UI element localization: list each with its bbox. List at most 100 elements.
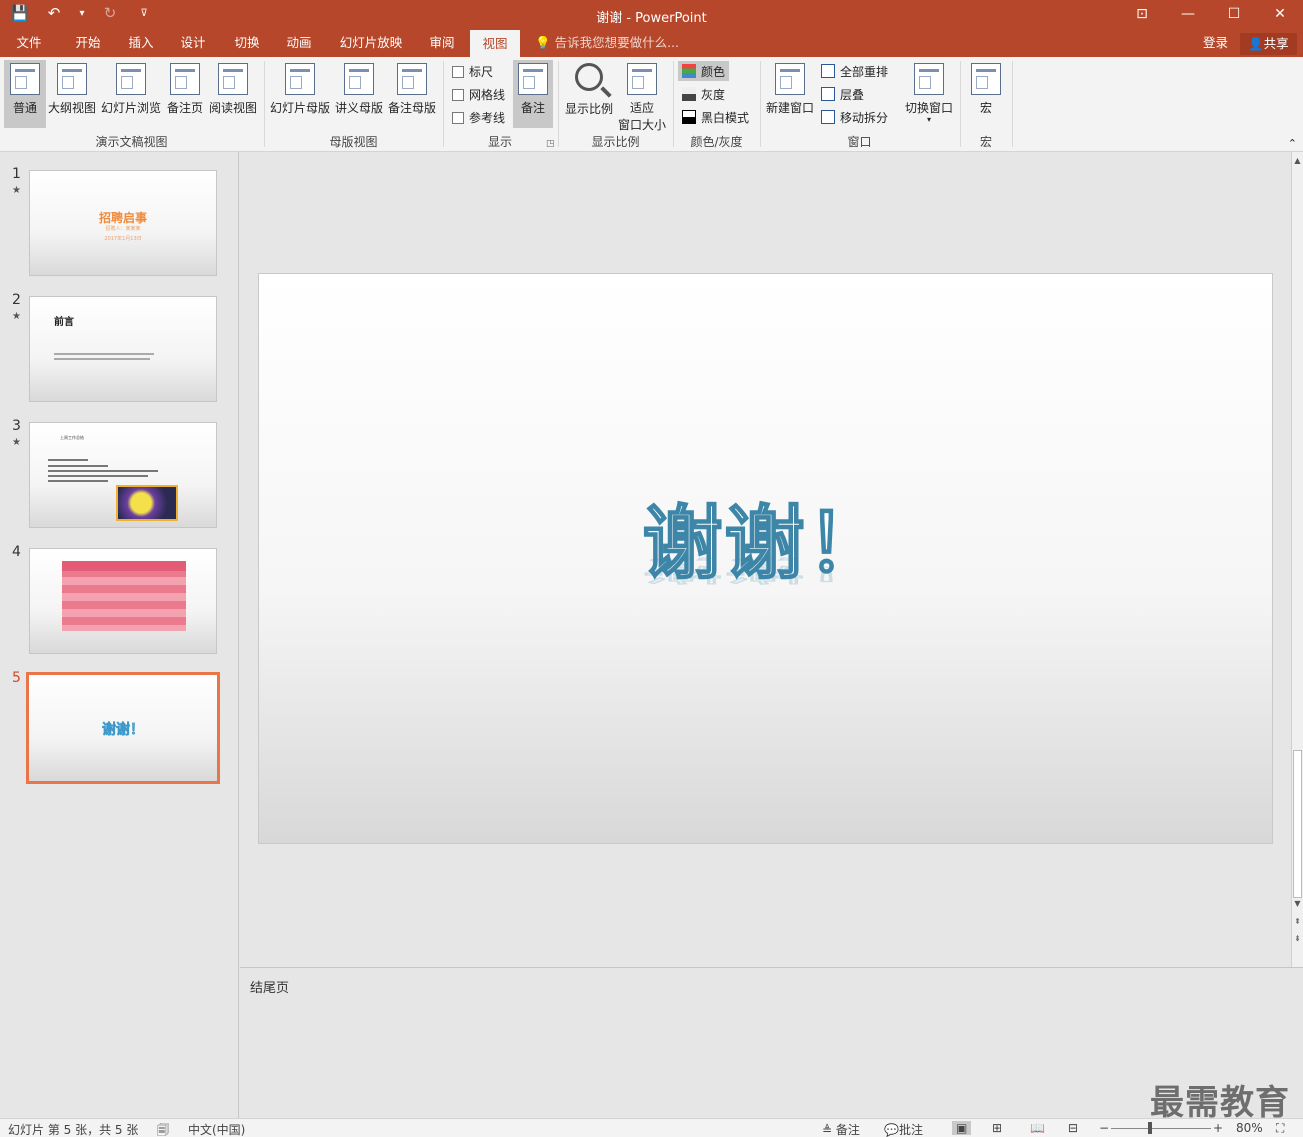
tab-animations[interactable]: 动画 (280, 30, 318, 57)
tab-home[interactable]: 开始 (68, 30, 108, 57)
macros-button[interactable]: 宏 (965, 60, 1007, 128)
zoom-out-icon[interactable]: − (1099, 1121, 1109, 1135)
notes-page-button[interactable]: 备注页 (164, 60, 206, 128)
slide-sorter-button[interactable]: 幻灯片浏览 (99, 60, 163, 128)
share-button[interactable]: 👤共享 (1240, 33, 1297, 55)
outline-view-label: 大纲视图 (47, 101, 96, 115)
checkbox-box (452, 65, 464, 78)
status-bar: 幻灯片 第 5 张，共 5 张 🗐 中文(中国) ≜ 备注 💬批注 ▣ ⊞ 📖 … (0, 1118, 1303, 1137)
grayscale-button[interactable]: 灰度 (678, 84, 729, 104)
move-split-button[interactable]: 移动拆分 (817, 107, 892, 127)
notes-master-button[interactable]: 备注母版 (386, 60, 438, 128)
slide-thumbnail-1[interactable]: 招聘启事 招聘人：某某某 2017年1月13日 (29, 170, 217, 276)
color-mode-button[interactable]: 颜色 (678, 61, 730, 81)
slide-number: 5 (12, 670, 21, 686)
cascade-button[interactable]: 层叠 (817, 84, 868, 104)
zoom-level[interactable]: 80% (1236, 1121, 1263, 1135)
zoom-slider-track[interactable] (1111, 1128, 1211, 1129)
thumb-date: 2017年1月13日 (104, 236, 142, 242)
comments-status-button[interactable]: 💬批注 (884, 1121, 923, 1137)
notes-page-icon (170, 63, 200, 95)
reading-view-status-icon[interactable]: 📖 (1030, 1121, 1045, 1135)
tab-slideshow[interactable]: 幻灯片放映 (334, 30, 408, 57)
vertical-scrollbar[interactable]: ▲ ▼ ⇞ ⇟ (1291, 152, 1303, 967)
tab-view[interactable]: 视图 (470, 30, 520, 57)
handout-master-button[interactable]: 讲义母版 (333, 60, 385, 128)
slide-thumbnail-4[interactable] (29, 548, 217, 654)
switch-window-button[interactable]: 切换窗口 ▾ (903, 60, 955, 128)
slide-thumbnail-pane: 1 ★ 招聘启事 招聘人：某某某 2017年1月13日 2 ★ 前言 3 ★ 上… (0, 152, 239, 1118)
notes-text[interactable]: 结尾页 (250, 977, 289, 996)
outline-view-button[interactable]: 大纲视图 (47, 60, 97, 128)
black-white-button[interactable]: 黑白模式 (678, 107, 753, 127)
magnifier-icon (575, 63, 603, 91)
ruler-label: 标尺 (469, 65, 494, 79)
normal-view-button[interactable]: 普通 (4, 60, 46, 128)
watermark-logo: 最需教育 (1150, 1083, 1290, 1123)
arrange-all-button[interactable]: 全部重排 (817, 61, 892, 81)
fit-slide-icon[interactable]: ⛶ (1276, 1121, 1284, 1136)
handout-master-label: 讲义母版 (334, 101, 383, 115)
animation-star-icon: ★ (12, 311, 21, 322)
slide-master-button[interactable]: 幻灯片母版 (268, 60, 332, 128)
fit-label-line2: 窗口大小 (617, 118, 666, 132)
tell-me-search[interactable]: 💡 告诉我您想要做什么... (535, 30, 679, 57)
maximize-button[interactable]: ☐ (1211, 0, 1257, 30)
notes-toggle-button[interactable]: 备注 (513, 60, 553, 128)
slide-sorter-status-icon[interactable]: ⊞ (992, 1121, 1002, 1135)
ribbon-display-options-icon[interactable]: ⊡ (1119, 0, 1165, 30)
zoom-label: 显示比例 (564, 102, 613, 116)
thumb-table (62, 561, 186, 631)
tab-file[interactable]: 文件 (10, 30, 48, 57)
close-button[interactable]: ✕ (1257, 0, 1303, 30)
switch-window-label: 切换窗口 (904, 101, 953, 115)
notes-page-label: 备注页 (166, 101, 203, 115)
notes-pane[interactable]: 结尾页 (240, 967, 1303, 1118)
person-icon: 👤 (1248, 36, 1264, 51)
checkbox-box (452, 111, 464, 124)
thumb-text-line (48, 459, 88, 461)
scroll-up-icon[interactable]: ▲ (1292, 154, 1303, 168)
cascade-label: 层叠 (840, 87, 865, 102)
dialog-launcher-icon[interactable]: ◳ (546, 139, 555, 149)
login-button[interactable]: 登录 (1203, 30, 1228, 56)
notes-master-icon (397, 63, 427, 95)
slide-thumbnail-3[interactable]: 上周工作总结 (29, 422, 217, 528)
slide-number: 4 (12, 544, 21, 560)
spelling-icon[interactable]: 🗐 (157, 1121, 169, 1137)
language-status[interactable]: 中文(中国) (188, 1121, 245, 1137)
slide-editing-area: 谢谢！ 谢谢！ (240, 152, 1291, 967)
ruler-checkbox[interactable]: 标尺 (452, 63, 493, 80)
grayscale-swatch-icon (682, 87, 696, 101)
previous-slide-icon[interactable]: ⇞ (1292, 915, 1303, 929)
scroll-thumb[interactable] (1293, 750, 1302, 898)
gridlines-checkbox[interactable]: 网格线 (452, 86, 505, 103)
new-window-button[interactable]: 新建窗口 (764, 60, 816, 128)
zoom-button[interactable]: 显示比例 (563, 60, 615, 128)
checkbox-box (452, 88, 464, 101)
thumb-title: 前言 (54, 317, 74, 328)
guides-checkbox[interactable]: 参考线 (452, 109, 505, 126)
tab-design[interactable]: 设计 (174, 30, 212, 57)
tab-insert[interactable]: 插入 (122, 30, 160, 57)
slide-title-reflection: 谢谢！ (642, 553, 889, 587)
tab-transitions[interactable]: 切换 (228, 30, 266, 57)
collapse-ribbon-icon[interactable]: ⌃ (1288, 137, 1297, 150)
slide-thumbnail-2[interactable]: 前言 (29, 296, 217, 402)
fit-to-window-button[interactable]: 适应 窗口大小 (617, 60, 667, 132)
notes-status-icon: ≜ (822, 1123, 833, 1137)
zoom-in-icon[interactable]: + (1213, 1121, 1223, 1135)
slide-thumbnail-5[interactable]: 谢谢！ (26, 672, 220, 784)
current-slide[interactable]: 谢谢！ 谢谢！ (258, 273, 1273, 844)
comments-status-label: 批注 (898, 1123, 923, 1137)
move-split-icon (821, 110, 835, 124)
scroll-down-icon[interactable]: ▼ (1292, 897, 1303, 911)
zoom-slider-knob[interactable] (1148, 1122, 1152, 1134)
tab-review[interactable]: 审阅 (423, 30, 461, 57)
normal-view-status-icon[interactable]: ▣ (952, 1121, 972, 1135)
next-slide-icon[interactable]: ⇟ (1292, 932, 1303, 946)
minimize-button[interactable]: — (1165, 0, 1211, 30)
reading-view-button[interactable]: 阅读视图 (207, 60, 259, 128)
notes-status-button[interactable]: ≜ 备注 (822, 1121, 860, 1137)
slideshow-status-icon[interactable]: ⊟ (1068, 1121, 1078, 1135)
